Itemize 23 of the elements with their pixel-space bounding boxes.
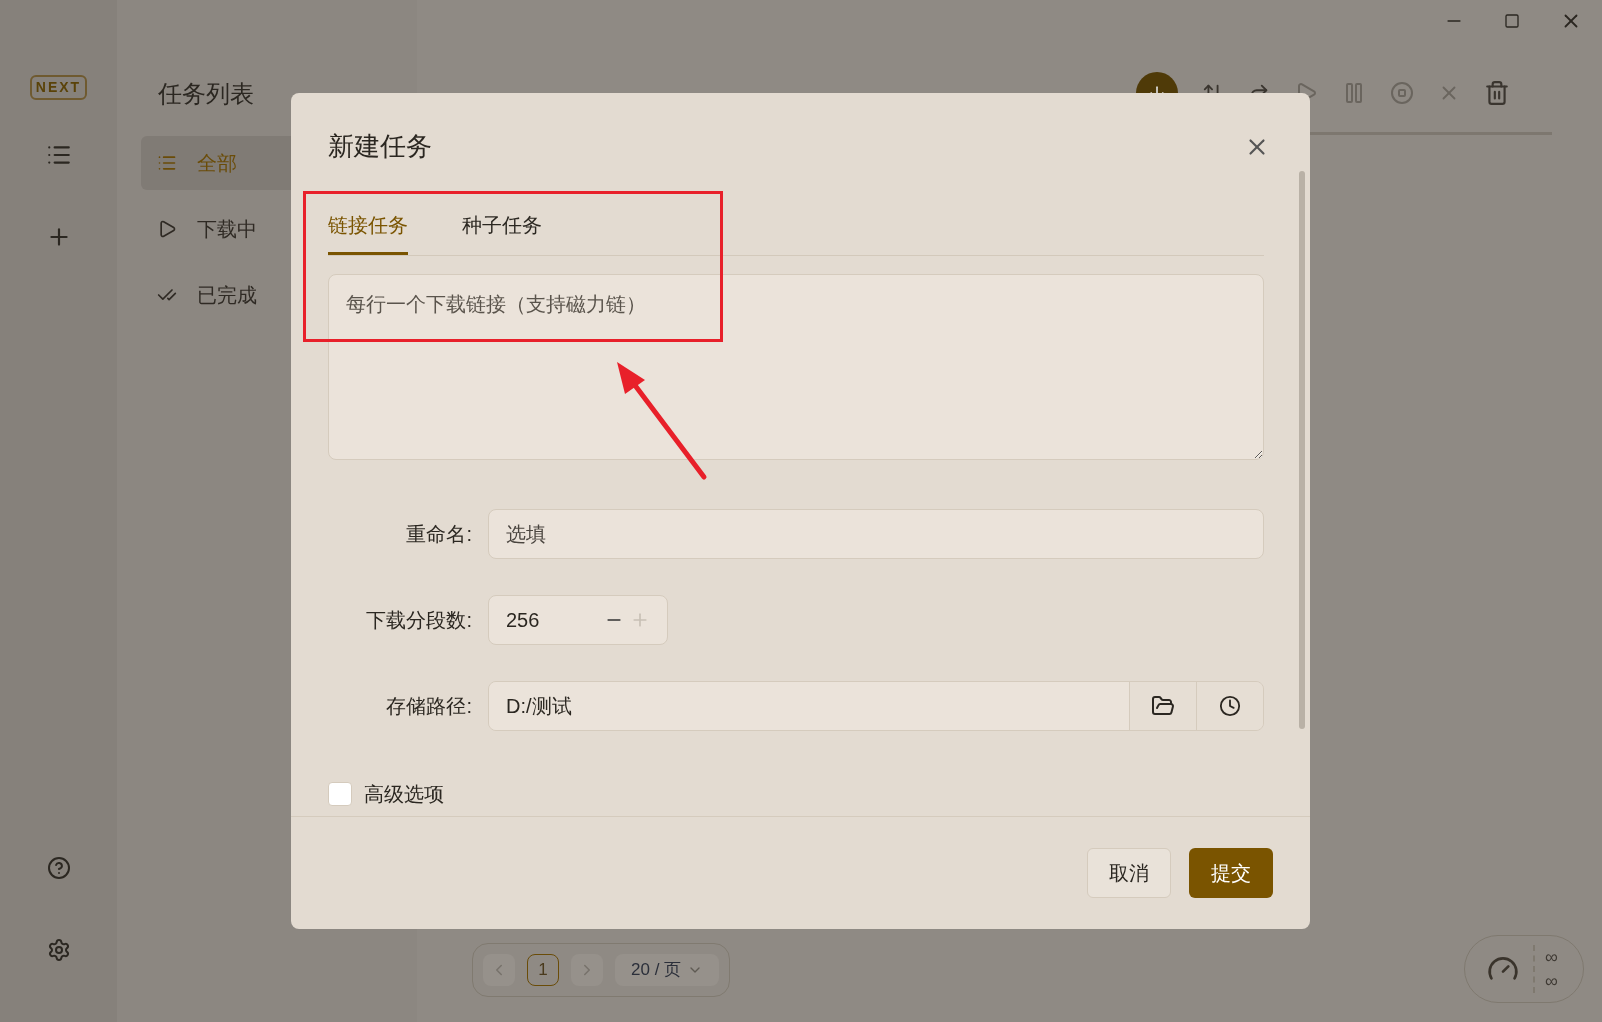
app-logo: NEXT <box>29 75 88 100</box>
trash-icon[interactable] <box>1484 80 1510 106</box>
tab[interactable]: 链接任务 <box>328 210 408 255</box>
page-button[interactable]: 1 <box>527 954 559 986</box>
page-size-select[interactable]: 20 / 页 <box>615 954 720 986</box>
help-icon[interactable] <box>46 856 71 880</box>
rename-input[interactable]: 选填 <box>488 509 1264 559</box>
list-icon <box>157 153 177 173</box>
field-label: 存储路径: <box>385 694 473 719</box>
checkbox-label: 高级选项 <box>364 782 444 807</box>
segments-number-input[interactable]: 256 <box>488 595 668 645</box>
tab[interactable]: 种子任务 <box>462 210 542 255</box>
sidebar-title: 任务列表 <box>157 79 255 109</box>
field-label: 重命名: <box>405 522 473 547</box>
field-label: 下载分段数: <box>365 608 473 633</box>
links-textarea[interactable]: 每行一个下载链接（支持磁力链） <box>328 274 1264 460</box>
play-icon <box>157 219 177 239</box>
cancel-button[interactable]: 取消 <box>1087 848 1171 898</box>
submit-button[interactable]: 提交 <box>1189 848 1273 898</box>
upload-speed: ∞ <box>1545 946 1558 969</box>
checkbox[interactable] <box>328 782 352 806</box>
settings-icon[interactable] <box>46 938 71 962</box>
download-speed: ∞ <box>1545 970 1558 993</box>
